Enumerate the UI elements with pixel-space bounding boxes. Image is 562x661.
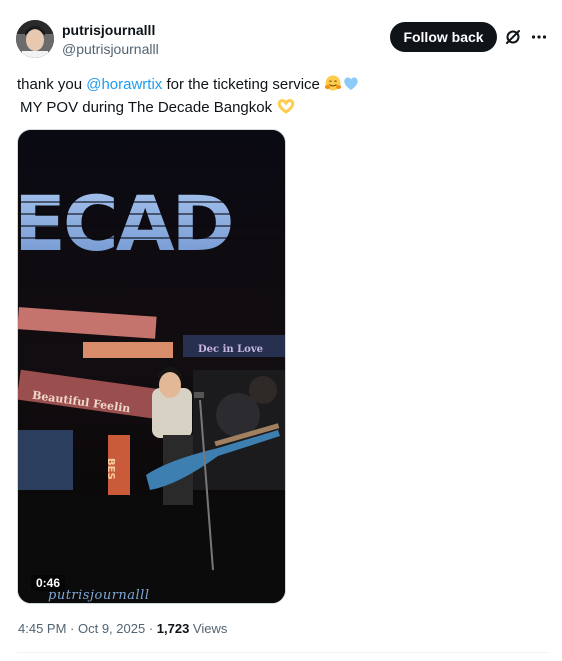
tweet-meta: 4:45 PM · Oct 9, 2025 · 1,723 Views bbox=[18, 621, 227, 636]
video-watermark: putrisjournalll bbox=[48, 588, 150, 603]
tweet-time[interactable]: 4:45 PM bbox=[18, 621, 66, 636]
more-options-icon[interactable] bbox=[530, 28, 548, 46]
tweet-text-suffix: for the ticketing service bbox=[162, 76, 325, 93]
tweet-date[interactable]: Oct 9, 2025 bbox=[78, 621, 145, 636]
blue-heart-emoji-icon bbox=[342, 74, 360, 96]
mention-link[interactable]: @horawrtix bbox=[86, 76, 162, 93]
tweet-card: putrisjournalll @putrisjournalll Follow … bbox=[0, 0, 562, 661]
tweet-text-line-1: thank you @horawrtix for the ticketing s… bbox=[17, 74, 360, 96]
meta-separator: · bbox=[66, 621, 78, 636]
views-label: Views bbox=[189, 621, 228, 636]
scene-sign-3: BES bbox=[105, 458, 116, 480]
tweet-text-line-2: MY POV during The Decade Bangkok bbox=[20, 97, 296, 119]
author-display-name[interactable]: putrisjournalll bbox=[62, 22, 155, 38]
hugging-face-emoji-icon bbox=[324, 74, 342, 96]
grok-icon[interactable] bbox=[504, 28, 522, 46]
heart-hands-emoji-icon bbox=[276, 97, 296, 119]
tweet-text-prefix: thank you bbox=[17, 76, 87, 93]
divider bbox=[17, 652, 548, 653]
scene-sign-1: Dec in Love bbox=[198, 344, 263, 355]
tweet-text-line2: MY POV during The Decade Bangkok bbox=[20, 99, 277, 116]
author-handle[interactable]: @putrisjournalll bbox=[62, 41, 159, 57]
views-count[interactable]: 1,723 bbox=[157, 621, 190, 636]
follow-back-button[interactable]: Follow back bbox=[390, 22, 497, 52]
video-player[interactable]: ECAD Dec in Love Beautiful Feelin BES bbox=[17, 129, 286, 604]
scene-banner-text: ECAD bbox=[18, 179, 232, 268]
meta-separator-2: · bbox=[145, 621, 157, 636]
avatar[interactable] bbox=[16, 20, 54, 58]
